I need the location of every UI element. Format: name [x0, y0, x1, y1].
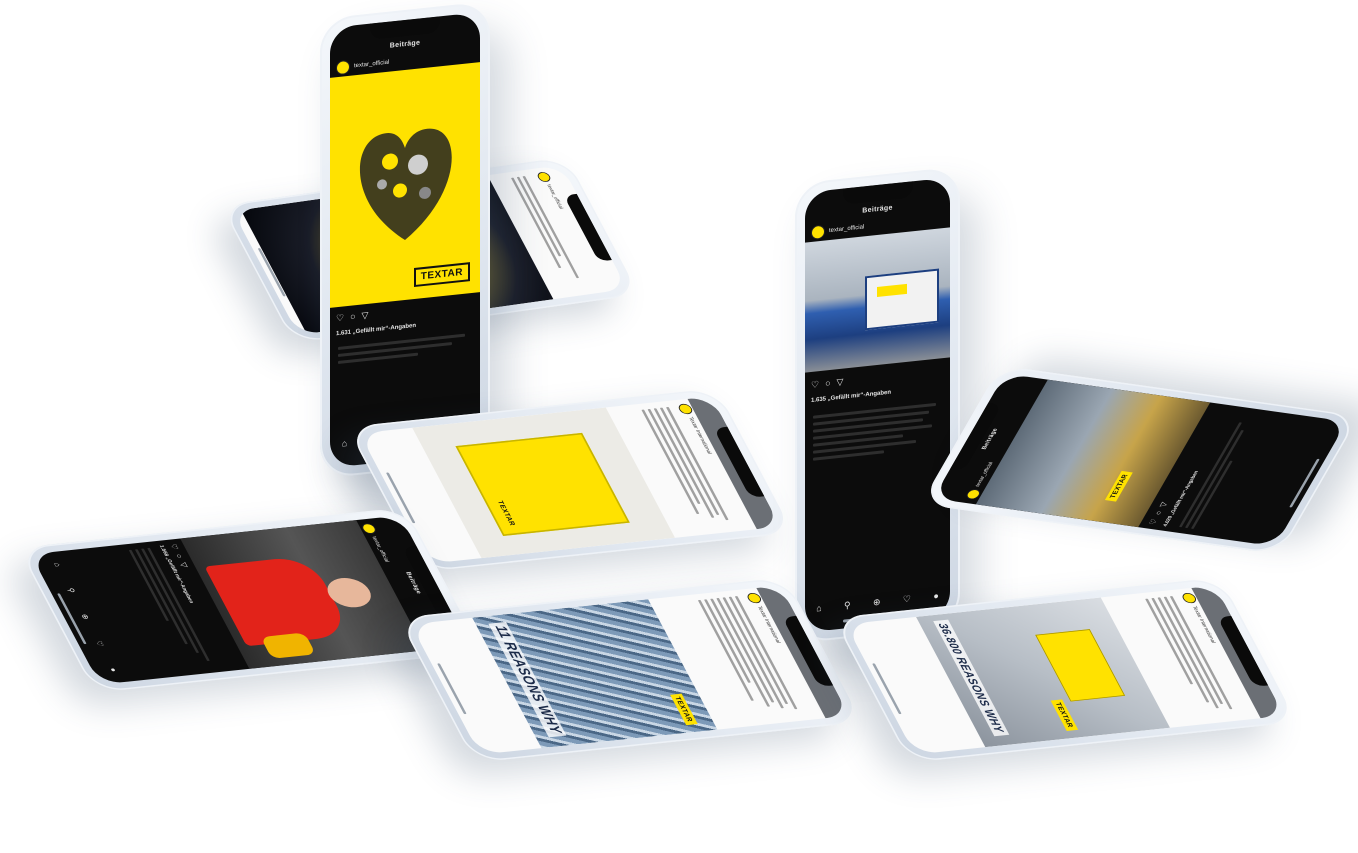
account-name[interactable]: textar_official — [354, 60, 389, 70]
phone-truck-post: Beiträge textar_official ♡ ○ ▽ 1.635 „Ge… — [795, 166, 960, 644]
like-icon[interactable]: ♡ — [1147, 518, 1160, 525]
account-name[interactable]: textar_official — [546, 184, 564, 209]
phone-screen: Beiträge textar_official TEXTAR ♡ ○ ▽ 1.… — [330, 12, 480, 468]
phone-heart-post: Beiträge textar_official TEXTAR ♡ ○ ▽ 1.… — [320, 1, 490, 479]
home-indicator — [872, 663, 902, 715]
search-icon[interactable]: ⚲ — [844, 599, 851, 611]
phone-screen: Textar International TEXTAR 11 REASONS W… — [410, 585, 850, 755]
phone-factory-post: Beiträge textar_official TEXTAR ♡ ○ ▽ 4.… — [920, 365, 1358, 555]
phone-person-post: Beiträge textar_official ♡ ○ ▽ 1.568 „Ge… — [18, 507, 482, 693]
race-truck-photo — [805, 227, 950, 373]
search-icon[interactable]: ⚲ — [65, 587, 77, 593]
activity-icon[interactable]: ♡ — [93, 640, 106, 647]
add-icon[interactable]: ⊕ — [79, 613, 92, 619]
yellow-card — [1035, 629, 1126, 702]
textar-logo: TEXTAR — [492, 497, 521, 530]
comment-icon[interactable]: ○ — [173, 554, 185, 559]
headline: 11 REASONS WHY — [488, 621, 567, 738]
phone-screen: Beiträge textar_official TEXTAR ♡ ○ ▽ 4.… — [933, 373, 1347, 547]
like-icon[interactable]: ♡ — [811, 379, 819, 391]
like-icon[interactable]: ♡ — [336, 312, 344, 324]
yellow-package: TEXTAR — [455, 432, 630, 536]
home-icon[interactable]: ⌂ — [52, 562, 63, 567]
red-shirt — [204, 555, 353, 647]
hand-holding-pad-photo: TEXTAR 36.800 REASONS WHY — [916, 597, 1171, 748]
home-indicator — [437, 663, 467, 715]
profile-icon[interactable]: ● — [108, 667, 119, 672]
like-count: 1.635 „Gefällt mir“-Angaben — [811, 389, 892, 404]
avatar — [535, 171, 553, 183]
like-icon[interactable]: ♡ — [168, 543, 180, 550]
activity-icon[interactable]: ♡ — [903, 593, 911, 605]
brake-lines-photo: TEXTAR 11 REASONS WHY — [472, 599, 718, 749]
comment-icon[interactable]: ○ — [825, 378, 830, 390]
share-icon[interactable]: ▽ — [177, 562, 189, 568]
caption — [813, 398, 942, 465]
share-icon[interactable]: ▽ — [1158, 501, 1170, 507]
brake-pad-package-photo: TEXTAR — [412, 407, 676, 559]
avatar — [811, 224, 825, 240]
profile-icon[interactable]: ● — [933, 591, 938, 602]
share-icon[interactable]: ▽ — [362, 310, 369, 322]
add-icon[interactable]: ⊕ — [873, 596, 881, 608]
headline: 36.800 REASONS WHY — [933, 619, 1010, 737]
textar-logo: TEXTAR — [1104, 470, 1133, 502]
account-name[interactable]: textar_official — [829, 224, 864, 234]
post-actions: ♡ ○ ▽ — [336, 310, 368, 324]
comment-icon[interactable]: ○ — [350, 311, 355, 323]
mockup-stage: textar_official Beiträge textar_official — [0, 0, 1358, 853]
avatar — [336, 59, 350, 76]
phone-screen: Beiträge textar_official ♡ ○ ▽ 1.568 „Ge… — [30, 515, 470, 685]
truck-livery — [865, 268, 939, 331]
bottom-nav: ⌂ ⚲ ⊕ ♡ ● — [43, 551, 128, 683]
home-icon[interactable]: ⌂ — [816, 603, 821, 614]
heart-artwork: TEXTAR — [330, 62, 480, 308]
share-icon[interactable]: ▽ — [837, 377, 844, 389]
home-indicator — [1289, 458, 1320, 508]
phone-screen: Textar International TEXTAR 36.800 REASO… — [845, 585, 1285, 755]
phone-screen: Textar International TEXTAR — [359, 396, 781, 564]
textar-logo: TEXTAR — [669, 693, 698, 726]
home-icon[interactable]: ⌂ — [342, 438, 347, 449]
textar-logo: TEXTAR — [1050, 699, 1079, 731]
phone-11-reasons-post: Textar International TEXTAR 11 REASONS W… — [398, 577, 862, 763]
post-actions: ♡ ○ ▽ — [811, 377, 843, 391]
phone-screen: Beiträge textar_official ♡ ○ ▽ 1.635 „Ge… — [805, 177, 950, 633]
comment-icon[interactable]: ○ — [1153, 510, 1165, 515]
